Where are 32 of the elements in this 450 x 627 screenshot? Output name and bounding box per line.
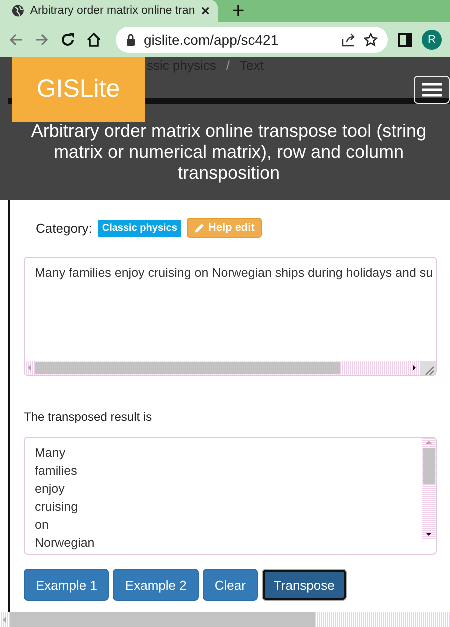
browser-tab[interactable]: Arbitrary order matrix online tran ×: [0, 0, 218, 22]
action-button[interactable]: Clear: [202, 569, 258, 601]
globe-icon: [12, 4, 24, 18]
star-icon[interactable]: [364, 32, 378, 46]
home-icon[interactable]: [86, 32, 102, 48]
vertical-scrollbar[interactable]: [422, 438, 436, 540]
share-icon[interactable]: [342, 32, 356, 46]
input-field[interactable]: Many families enjoy cruising on Norwegian ships during holidays and su: [24, 257, 437, 376]
menu-button[interactable]: [414, 76, 450, 104]
menu-icon: [422, 83, 442, 97]
lock-icon: [126, 34, 136, 46]
profile-avatar[interactable]: R: [422, 30, 442, 50]
result-field[interactable]: Many families enjoy cruising on Norwegian: [24, 437, 437, 555]
close-icon[interactable]: ×: [201, 2, 210, 20]
back-icon[interactable]: [8, 32, 24, 48]
page-title: Arbitrary order matrix online transpose tool (string matrix or numerical matrix), row and column transposition: [30, 120, 428, 185]
result-label: The transposed result is: [24, 410, 154, 424]
breadcrumb-separator: /: [226, 58, 230, 75]
category-label: Category:: [36, 220, 92, 236]
sidebar-icon[interactable]: [398, 32, 412, 46]
reload-icon[interactable]: [60, 32, 76, 48]
horizontal-scrollbar[interactable]: [25, 361, 436, 375]
action-button[interactable]: Example 2: [113, 569, 199, 601]
action-button[interactable]: Example 1: [24, 569, 110, 601]
forward-icon[interactable]: [34, 32, 50, 48]
new-tab-button[interactable]: +: [232, 0, 245, 22]
address-bar[interactable]: gislite.com/app/sc421: [116, 26, 388, 52]
pencil-icon: [194, 222, 206, 234]
page-scrollbar[interactable]: [0, 612, 450, 627]
category-tag[interactable]: Classic physics: [98, 220, 182, 236]
action-button[interactable]: Transpose: [262, 569, 347, 601]
resize-handle-icon[interactable]: [420, 361, 436, 375]
